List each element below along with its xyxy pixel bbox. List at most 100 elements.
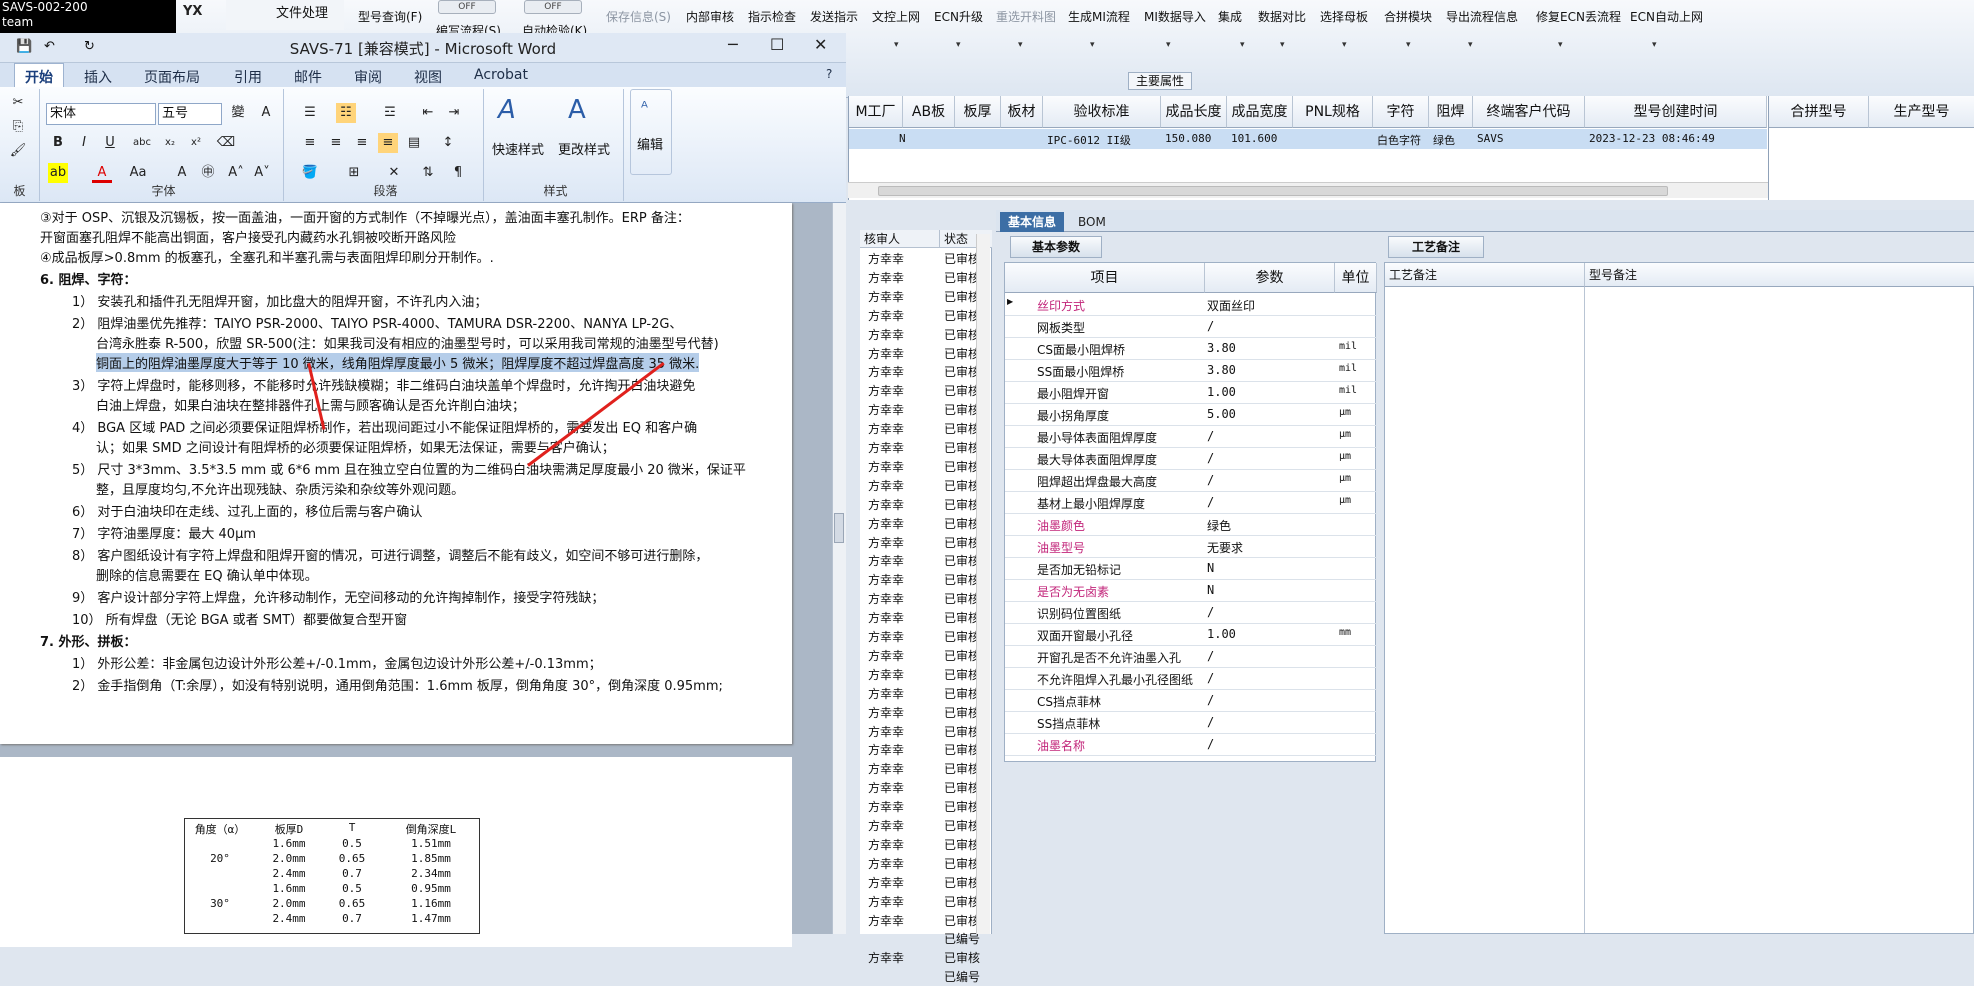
reviewer-name[interactable]: 方幸幸 [868, 855, 904, 873]
param-row[interactable]: 网板类型 / [1005, 316, 1377, 338]
bold-icon[interactable]: B [48, 133, 68, 153]
toolbar-button[interactable]: 导出流程信息 [1446, 8, 1518, 25]
tab-insert[interactable]: 插入 [84, 67, 112, 87]
grid-cell[interactable]: 2023-12-23 08:46:49 [1589, 132, 1771, 145]
change-style-button[interactable]: 更改样式 [558, 139, 610, 158]
quick-style-button[interactable]: 快速样式 [492, 139, 544, 158]
review-status[interactable]: 已审核 [944, 552, 980, 570]
param-value[interactable]: 1.00 [1207, 627, 1236, 641]
file-menu[interactable]: 文件处理 [226, 0, 344, 30]
review-status[interactable]: 已审核 [944, 477, 980, 495]
document-page[interactable]: ③对于 OSP、沉银及沉锡板，按一面盖油，一面开窗的方式制作（不掉曝光点），盖油… [0, 203, 792, 744]
review-status[interactable]: 已审核 [944, 912, 980, 930]
grid-column-header[interactable]: M工厂 [849, 96, 903, 128]
reviewer-name[interactable]: 方幸幸 [868, 515, 904, 533]
text-effect-icon[interactable]: A [256, 103, 276, 123]
font-name-combo[interactable]: 宋体 [46, 103, 156, 125]
chevron-down-icon[interactable]: ▾ [1166, 40, 1171, 50]
param-row[interactable]: SS挡点菲林 / [1005, 712, 1377, 734]
document-line[interactable]: 6. 阻焊、字符： [40, 269, 137, 288]
document-line[interactable]: 7） 字符油墨厚度：最大 40μm [72, 523, 256, 542]
minimize-button[interactable]: ─ [728, 35, 738, 54]
grid-cell[interactable]: IPC-6012 II级 [1047, 132, 1165, 148]
toolbar-button[interactable]: 集成 [1218, 8, 1242, 25]
chevron-down-icon[interactable]: ▾ [1558, 40, 1563, 50]
reviewer-name[interactable]: 方幸幸 [868, 363, 904, 381]
grid-column-header[interactable]: 成品宽度 [1227, 96, 1293, 128]
review-status[interactable]: 已审核 [944, 628, 980, 646]
param-row[interactable]: 开窗孔是否不允许油墨入孔 / [1005, 646, 1377, 668]
toggle-switch[interactable]: OFF [524, 0, 582, 14]
reviewer-name[interactable]: 方幸幸 [868, 817, 904, 835]
review-status[interactable]: 已审核 [944, 269, 980, 287]
distributed-icon[interactable]: ▤ [404, 133, 424, 153]
review-status[interactable]: 已审核 [944, 401, 980, 419]
sort-icon[interactable]: ⇅ [418, 163, 438, 183]
char-shading-icon[interactable]: A [172, 163, 192, 183]
multilevel-list-icon[interactable]: ☲ [380, 103, 400, 123]
review-status[interactable]: 已审核 [944, 760, 980, 778]
decrease-indent-icon[interactable]: ⇤ [418, 103, 438, 123]
scroll-thumb[interactable] [878, 186, 1668, 196]
tab-craft-notes[interactable]: 工艺备注 [1388, 236, 1484, 258]
toolbar-button[interactable]: ECN自动上网 [1630, 8, 1703, 25]
borders-icon[interactable]: ⊞ [344, 163, 364, 183]
reviewer-name[interactable]: 方幸幸 [868, 420, 904, 438]
reviewer-name[interactable]: 方幸幸 [868, 571, 904, 589]
toolbar-button[interactable]: 生成MI流程 [1068, 8, 1130, 25]
chinese-layout-icon[interactable]: ✕ [384, 163, 404, 183]
font-color-icon[interactable]: A [92, 163, 112, 183]
tab-references[interactable]: 引用 [234, 67, 262, 87]
toolbar-button[interactable]: 文控上网 [872, 8, 920, 25]
toolbar-button[interactable]: 发送指示 [810, 8, 858, 25]
grid-column-header[interactable]: AB板 [903, 96, 955, 128]
param-row[interactable]: 阻焊超出焊盘最大高度 / μm [1005, 470, 1377, 492]
reviewer-name[interactable]: 方幸幸 [868, 609, 904, 627]
review-status[interactable]: 已审核 [944, 250, 980, 268]
param-value[interactable]: / [1207, 451, 1214, 465]
document-line[interactable]: 开窗面塞孔阻焊不能高出铜面，客户接受孔内藏药水孔铜被咬断开路风险 [40, 227, 456, 246]
param-value[interactable]: / [1207, 715, 1214, 729]
reviewer-name[interactable]: 方幸幸 [868, 685, 904, 703]
param-row[interactable]: CS挡点菲林 / [1005, 690, 1377, 712]
review-status[interactable]: 已审核 [944, 382, 980, 400]
review-status[interactable]: 已审核 [944, 458, 980, 476]
shading-icon[interactable]: 🪣 [300, 163, 320, 183]
grid-cell[interactable]: 150.080 [1165, 132, 1231, 145]
tab-home[interactable]: 开始 [14, 63, 64, 87]
shrink-font-size-icon[interactable]: A˅ [252, 163, 272, 183]
review-status[interactable]: 已审核 [944, 779, 980, 797]
document-line[interactable]: 7. 外形、拼板： [40, 631, 137, 650]
help-icon[interactable]: ? [826, 67, 832, 81]
document-line[interactable]: 9） 客户设计部分字符上焊盘，允许移动制作，无空间移动的允许掏掉制作，接受字符残… [72, 587, 604, 606]
toolbar-button[interactable]: ECN升级 [934, 8, 983, 25]
review-status[interactable]: 已审核 [944, 496, 980, 514]
align-left-icon[interactable]: ≡ [300, 133, 320, 153]
grid-column-header[interactable]: PNL规格 [1293, 96, 1373, 128]
grid-column-header[interactable]: 板材 [1001, 96, 1043, 128]
reviewer-name[interactable]: 方幸幸 [868, 439, 904, 457]
document-line[interactable]: ④成品板厚>0.8mm 的板塞孔，全塞孔和半塞孔需与表面阻焊印刷分开制作。. [40, 247, 494, 266]
grid-column-header[interactable]: 字符 [1373, 96, 1429, 128]
reviewer-name[interactable]: 方幸幸 [868, 382, 904, 400]
document-line[interactable]: 4） BGA 区域 PAD 之间必须要保证阻焊桥制作，若出现间距过小不能保证阻焊… [72, 417, 697, 436]
review-status[interactable]: 已审核 [944, 685, 980, 703]
chevron-down-icon[interactable]: ▾ [1018, 40, 1023, 50]
param-value[interactable]: / [1207, 495, 1214, 509]
tab-acrobat[interactable]: Acrobat [474, 67, 528, 83]
craft-notes-area[interactable] [1385, 287, 1585, 933]
reviewer-name[interactable]: 方幸幸 [868, 628, 904, 646]
grid-cell[interactable]: 绿色 [1433, 132, 1477, 148]
grid-column-header[interactable]: 成品长度 [1161, 96, 1227, 128]
reviewer-name[interactable]: 方幸幸 [868, 874, 904, 892]
reviewer-name[interactable]: 方幸幸 [868, 345, 904, 363]
param-value[interactable]: / [1207, 473, 1214, 487]
param-row[interactable]: 最大导体表面阻焊厚度 / μm [1005, 448, 1377, 470]
reviewer-name[interactable]: 方幸幸 [868, 477, 904, 495]
param-row[interactable]: 最小导体表面阻焊厚度 / μm [1005, 426, 1377, 448]
param-value[interactable]: 3.80 [1207, 363, 1236, 377]
review-status[interactable]: 已审核 [944, 609, 980, 627]
document-line[interactable]: 2） 阻焊油墨优先推荐：TAIYO PSR-2000、TAIYO PSR-400… [72, 313, 682, 332]
numbering-icon[interactable]: ☷ [336, 103, 356, 123]
param-row[interactable]: CS面最小阻焊桥 3.80 mil [1005, 338, 1377, 360]
